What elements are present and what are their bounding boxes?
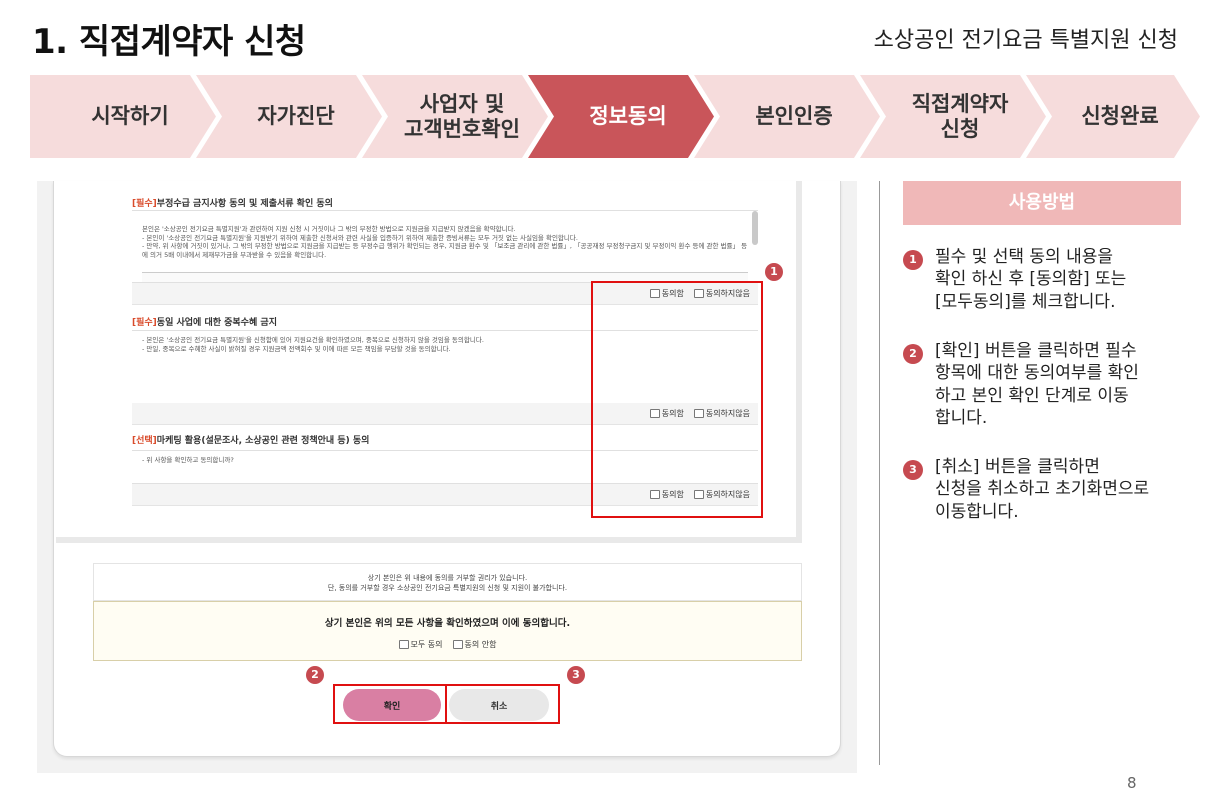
help-text: 필수 및 선택 동의 내용을 확인 하신 후 [동의함] 또는 [모두동의]를 … bbox=[935, 247, 1127, 312]
help-text: [확인] 버튼을 클릭하면 필수 항목에 대한 동의여부를 확인 하고 본인 확… bbox=[935, 341, 1139, 429]
help-title: 사용방법 bbox=[903, 181, 1181, 225]
step-info-consent: 정보동의 bbox=[528, 75, 714, 158]
highlight-cancel-button bbox=[445, 684, 560, 724]
callout-badge-1: 1 bbox=[765, 263, 783, 281]
step-number-icon: 3 bbox=[903, 460, 923, 480]
step-direct-contract: 직접계약자 신청 bbox=[860, 75, 1046, 158]
page-number: 8 bbox=[1127, 774, 1137, 792]
step-number-icon: 1 bbox=[903, 250, 923, 270]
all-disagree-checkbox[interactable]: 동의 안함 bbox=[452, 639, 496, 650]
final-consent-box: 상기 본인은 위의 모든 사항을 확인하였으며 이에 동의합니다. 모두 동의 … bbox=[93, 601, 802, 661]
step-self-diagnosis: 자가진단 bbox=[196, 75, 382, 158]
help-item-3: 3 [취소] 버튼을 클릭하면 신청을 취소하고 초기화면으로 이동합니다. bbox=[903, 456, 1193, 523]
step-complete: 신청완료 bbox=[1026, 75, 1200, 158]
checkbox-icon bbox=[452, 640, 463, 649]
step-start: 시작하기 bbox=[30, 75, 216, 158]
section-body-fraud: 본인은 '소상공인 전기요금 특별지원'과 관련하여 지원 신청 시 거짓이나 … bbox=[132, 210, 758, 283]
page-subtitle: 소상공인 전기요금 특별지원 신청 bbox=[873, 28, 1178, 53]
checkbox-icon bbox=[398, 640, 409, 649]
callout-badge-2: 2 bbox=[306, 666, 324, 684]
help-item-2: 2 [확인] 버튼을 클릭하면 필수 항목에 대한 동의여부를 확인 하고 본인… bbox=[903, 340, 1193, 430]
step-business-check: 사업자 및 고객번호확인 bbox=[362, 75, 548, 158]
page-title: 1. 직접계약자 신청 bbox=[32, 22, 306, 62]
step-progress-bar: 시작하기 자가진단 사업자 및 고객번호확인 정보동의 본인인증 직접계약자 신… bbox=[30, 75, 1200, 158]
section-title-duplicate: [필수]동일 사업에 대한 중복수혜 금지 bbox=[132, 318, 277, 328]
section-title-marketing: [선택]마케팅 활용(설문조사, 소상공인 관련 정책안내 등) 동의 bbox=[132, 436, 370, 446]
scrollbar-thumb[interactable] bbox=[752, 211, 758, 245]
highlight-confirm-button bbox=[333, 684, 447, 724]
section-title-fraud: [필수]부정수급 금지사항 동의 및 제출서류 확인 동의 bbox=[132, 199, 333, 209]
notice-line: 단, 동의를 거부할 경우 소상공인 전기요금 특별지원의 신청 및 지원이 불… bbox=[327, 584, 568, 593]
help-text: [취소] 버튼을 클릭하면 신청을 취소하고 초기화면으로 이동합니다. bbox=[935, 457, 1150, 522]
callout-badge-3: 3 bbox=[567, 666, 585, 684]
divider bbox=[879, 181, 880, 765]
notice-line: 상기 본인은 위 내용에 동의를 거부할 권리가 있습니다. bbox=[367, 574, 528, 582]
help-item-1: 1 필수 및 선택 동의 내용을 확인 하신 후 [동의함] 또는 [모두동의]… bbox=[903, 246, 1193, 313]
final-consent-text: 상기 본인은 위의 모든 사항을 확인하였으며 이에 동의합니다. bbox=[324, 618, 571, 629]
all-agree-checkbox[interactable]: 모두 동의 bbox=[398, 639, 443, 650]
refusal-notice: 상기 본인은 위 내용에 동의를 거부할 권리가 있습니다. 단, 동의를 거부… bbox=[93, 563, 802, 601]
step-identity-verification: 본인인증 bbox=[694, 75, 880, 158]
step-number-icon: 2 bbox=[903, 344, 923, 364]
highlight-consent-checkboxes bbox=[591, 281, 763, 518]
